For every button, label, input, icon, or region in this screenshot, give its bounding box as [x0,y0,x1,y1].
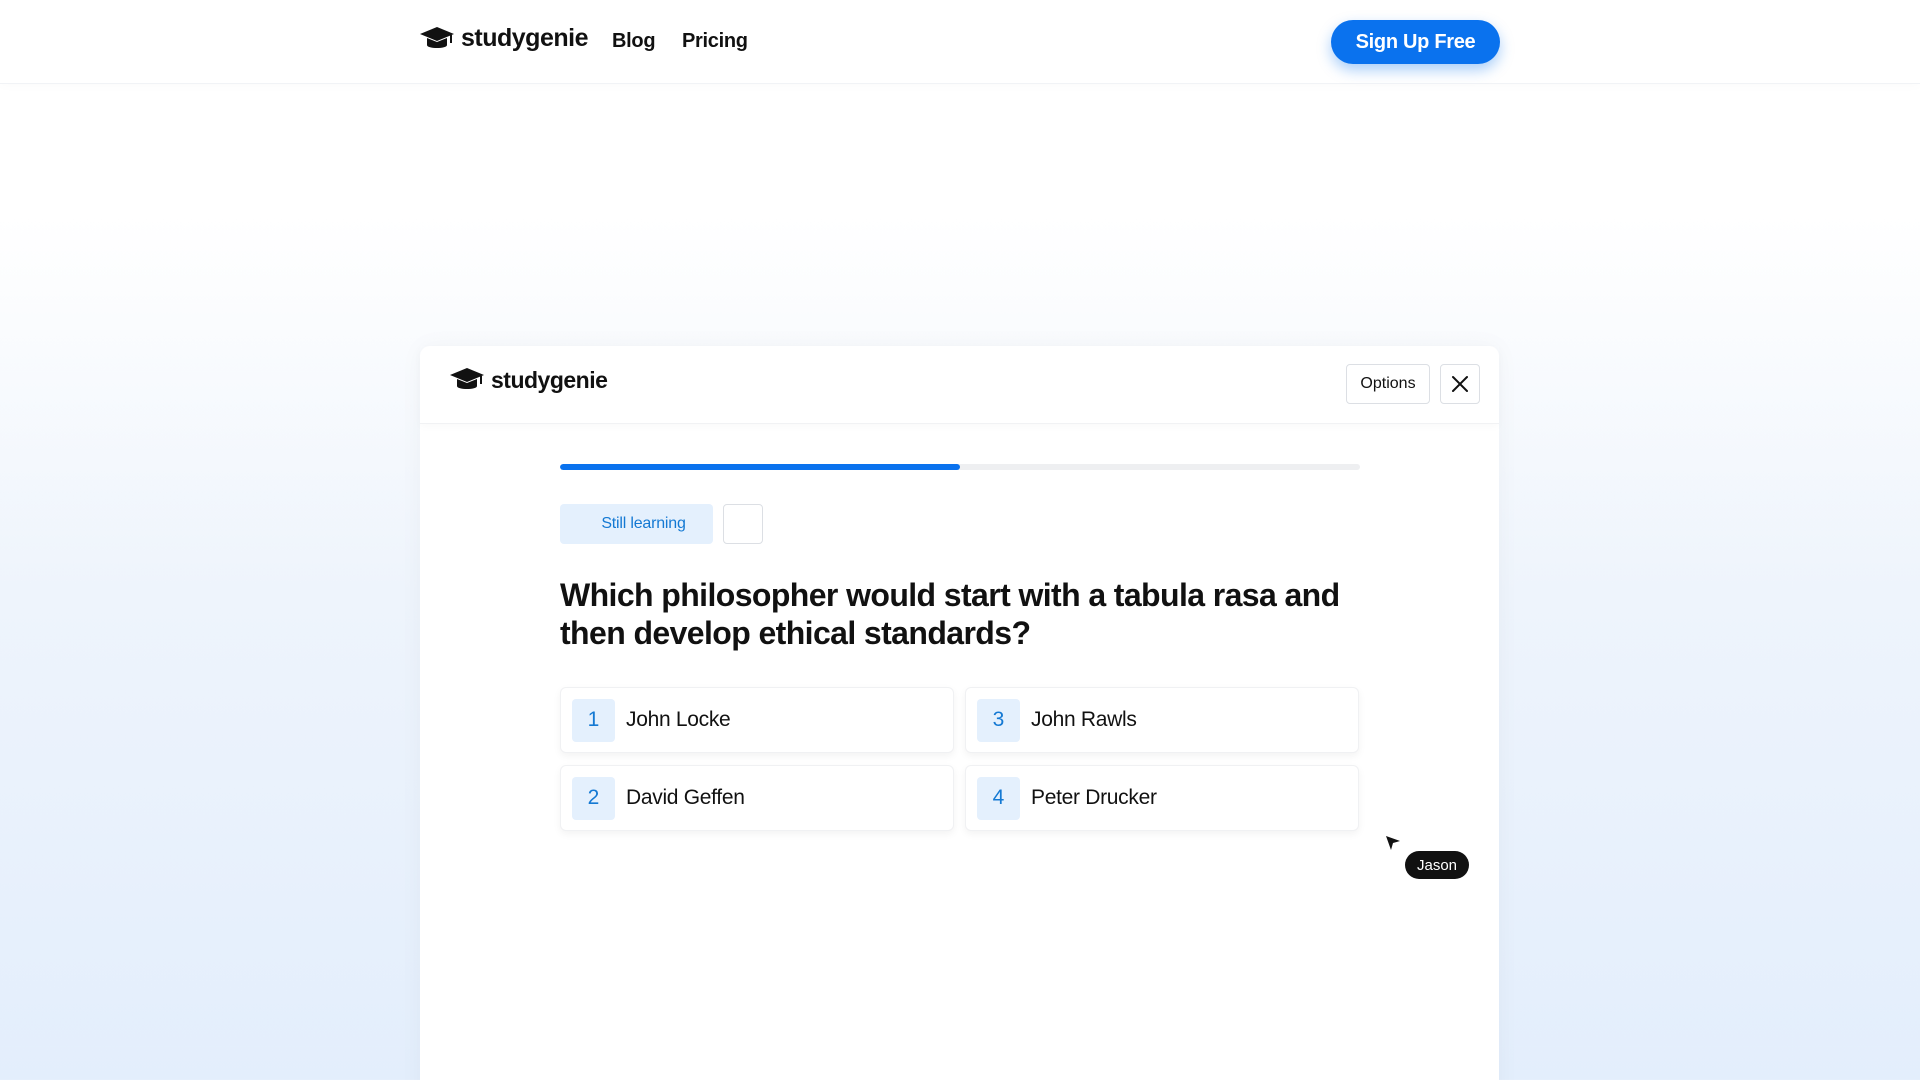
question-text: Which philosopher would start with a tab… [560,577,1340,651]
close-button[interactable] [1440,364,1480,404]
answer-label: David Geffen [626,786,745,809]
answer-number: 4 [977,776,1020,820]
answer-label: Peter Drucker [1031,786,1157,809]
answer-option-2[interactable]: 2 David Geffen [560,765,954,831]
close-icon [1452,376,1468,392]
status-toggle-button[interactable] [723,504,763,544]
answer-number: 3 [977,698,1020,742]
graduation-cap-icon [420,26,454,48]
nav-link-blog[interactable]: Blog [612,30,656,53]
brand-name: studygenie [461,24,588,52]
answer-option-3[interactable]: 3 John Rawls [965,687,1359,753]
answer-label: John Rawls [1031,708,1137,731]
brand-name: studygenie [491,366,608,393]
answer-number: 1 [572,698,615,742]
modal-logo[interactable]: studygenie [449,366,608,394]
progress-bar [560,464,1360,470]
answer-option-4[interactable]: 4 Peter Drucker [965,765,1359,831]
cursor-arrow-icon [1386,836,1400,850]
collaborator-cursor-label: Jason [1405,851,1470,879]
progress-fill [560,464,960,470]
answer-option-1[interactable]: 1 John Locke [560,687,954,753]
graduation-cap-icon [450,368,484,389]
nav-link-pricing[interactable]: Pricing [682,30,748,53]
study-modal: studygenie Options Still learning Which … [420,346,1499,1080]
top-navbar: studygenie Blog Pricing Sign Up Free [0,0,1920,84]
site-logo[interactable]: studygenie [419,24,588,53]
sign-up-button[interactable]: Sign Up Free [1331,20,1500,64]
options-button[interactable]: Options [1346,364,1430,404]
modal-header: studygenie Options [420,346,1499,424]
status-badge: Still learning [560,504,713,544]
answer-label: John Locke [626,708,731,731]
answer-number: 2 [572,776,615,820]
